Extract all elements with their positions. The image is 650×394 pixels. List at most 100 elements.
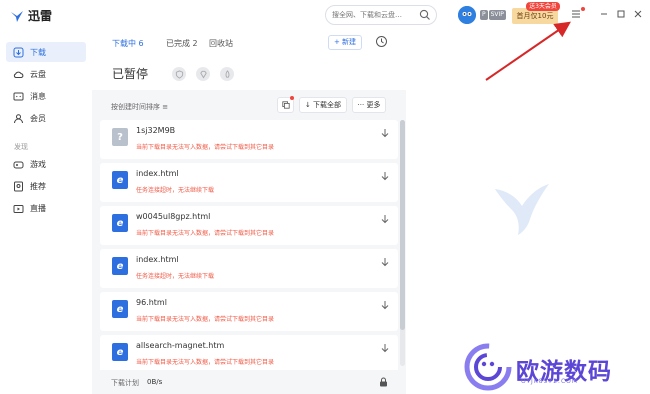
task-list-scrollbar[interactable]: [400, 120, 405, 366]
sidebar-item-label: 会员: [30, 113, 46, 123]
task-name: 96.html: [136, 298, 167, 307]
download-tabs: 下载中 6 已完成 2 回收站 + 新建: [92, 30, 406, 56]
task-error-status: 当前下载目录无法写入数据，请尝试下载到其它目录: [136, 316, 275, 323]
select-icon: [281, 101, 290, 109]
sidebar-item-live[interactable]: 直播: [6, 198, 86, 218]
minimize-icon: [601, 13, 607, 15]
diamond-icon: [199, 70, 207, 79]
search-input[interactable]: [332, 8, 416, 22]
paused-header: 已暂停: [92, 56, 406, 90]
tab-completed[interactable]: 已完成 2: [166, 38, 198, 49]
sidebar-item-label: 下载: [30, 47, 46, 57]
notification-dot: [290, 96, 294, 100]
vip-badges[interactable]: P SVIP: [480, 10, 506, 20]
download-panel: 下载中 6 已完成 2 回收站 + 新建 已暂停 按创建时间排序 ≡ ↓ 下载全…: [92, 30, 406, 394]
download-icon: [13, 47, 24, 57]
sort-by-created-time[interactable]: 按创建时间排序 ≡: [111, 102, 168, 112]
resume-download-icon[interactable]: [380, 128, 390, 138]
app-logo: 迅雷: [10, 7, 52, 24]
recommend-icon: [14, 181, 23, 191]
task-error-status: 任务连接超时，无法继续下载: [136, 187, 215, 194]
download-speed: 0B/s: [147, 378, 163, 386]
task-list: ? 1sj32M9B 当前下载目录无法写入数据，请尝试下载到其它目录 e ind…: [100, 120, 398, 370]
resume-download-icon[interactable]: [380, 171, 390, 181]
task-error-status: 当前下载目录无法写入数据，请尝试下载到其它目录: [136, 230, 275, 237]
sidebar-item-label: 游戏: [30, 159, 46, 169]
close-button[interactable]: [631, 7, 645, 21]
html-file-icon: e: [112, 214, 128, 232]
maximize-button[interactable]: [614, 7, 628, 21]
sidebar-item-member[interactable]: 会员: [6, 108, 86, 128]
rocket-icon: [225, 69, 229, 78]
sidebar-item-cloud[interactable]: 云盘: [6, 64, 86, 84]
lock-icon[interactable]: [379, 377, 388, 387]
task-name: index.html: [136, 169, 179, 178]
download-plan-button[interactable]: 下载计划: [111, 378, 139, 388]
task-error-status: 当前下载目录无法写入数据，请尝试下载到其它目录: [136, 144, 275, 151]
search-icon[interactable]: [419, 9, 431, 21]
more-button[interactable]: ··· 更多: [352, 97, 386, 113]
resume-download-icon[interactable]: [380, 214, 390, 224]
sidebar-section-discover: 发现: [14, 143, 28, 151]
task-row[interactable]: ? 1sj32M9B 当前下载目录无法写入数据，请尝试下载到其它目录: [100, 120, 398, 159]
sidebar-item-message[interactable]: 消息: [6, 86, 86, 106]
task-name: w0045ul8gpz.html: [136, 212, 211, 221]
html-file-icon: e: [112, 257, 128, 275]
sidebar-item-label: 推荐: [30, 181, 46, 191]
download-all-button[interactable]: ↓ 下载全部: [299, 97, 347, 113]
tab-downloading[interactable]: 下载中 6: [112, 38, 144, 49]
maximize-icon: [617, 10, 625, 18]
task-row[interactable]: e index.html 任务连接超时，无法继续下载: [100, 163, 398, 202]
scrollbar-thumb[interactable]: [400, 120, 405, 330]
unknown-file-icon: ?: [112, 128, 128, 146]
thunder-bird-watermark-icon: [495, 184, 549, 235]
sidebar-item-download[interactable]: 下载: [6, 42, 86, 62]
task-row[interactable]: e index.html 任务连接超时，无法继续下载: [100, 249, 398, 288]
title-bar: 迅雷 P SVIP 送3天会员 首月仅10元: [0, 0, 650, 30]
history-icon[interactable]: [375, 35, 388, 48]
download-footer: 下载计划 0B/s: [92, 370, 406, 394]
svip-badge: SVIP: [488, 10, 506, 20]
select-button[interactable]: [277, 96, 294, 113]
download-all-label: 下载全部: [313, 101, 342, 109]
html-file-icon: e: [112, 343, 128, 361]
html-file-icon: e: [112, 300, 128, 318]
sidebar-item-label: 消息: [30, 91, 46, 101]
task-row[interactable]: e allsearch-magnet.htm 当前下载目录无法写入数据，请尝试下…: [100, 335, 398, 370]
task-row[interactable]: e w0045ul8gpz.html 当前下载目录无法写入数据，请尝试下载到其它…: [100, 206, 398, 245]
task-name: allsearch-magnet.htm: [136, 341, 225, 350]
task-name: 1sj32M9B: [136, 126, 176, 135]
diamond-button[interactable]: [196, 67, 210, 81]
search-box[interactable]: [325, 5, 437, 25]
minimize-button[interactable]: [597, 7, 611, 21]
task-name: index.html: [136, 255, 179, 264]
cloud-icon: [13, 71, 24, 78]
app-title: 迅雷: [28, 9, 53, 23]
shield-icon: [175, 69, 183, 79]
detail-panel: 欧游数码 OYJK8572.COM: [406, 30, 650, 394]
tab-recycle-bin[interactable]: 回收站: [209, 38, 233, 49]
resume-download-icon[interactable]: [380, 257, 390, 267]
task-error-status: 任务连接超时，无法继续下载: [136, 273, 215, 280]
sidebar-item-game[interactable]: 游戏: [6, 154, 86, 174]
promo-tag: 送3天会员: [526, 2, 560, 11]
resume-download-icon[interactable]: [380, 300, 390, 310]
sidebar-item-recommend[interactable]: 推荐: [6, 176, 86, 196]
sidebar: 下载 云盘 消息 会员 发现 游戏 推荐 直播: [0, 30, 92, 394]
vip-level-badge: P: [480, 10, 488, 20]
message-icon: [13, 92, 24, 100]
resume-download-icon[interactable]: [380, 343, 390, 353]
share-button[interactable]: [172, 67, 186, 81]
brand-watermark-domain: OYJK8572.COM: [521, 378, 579, 385]
live-icon: [13, 204, 24, 213]
avatar[interactable]: [458, 6, 476, 24]
user-avatar-icon: [458, 6, 476, 24]
sidebar-item-label: 云盘: [30, 69, 46, 79]
task-row[interactable]: e 96.html 当前下载目录无法写入数据，请尝试下载到其它目录: [100, 292, 398, 331]
notification-dot: [581, 7, 585, 11]
new-task-button[interactable]: + 新建: [328, 35, 362, 50]
game-icon: [13, 161, 24, 168]
rocket-button[interactable]: [220, 67, 234, 81]
thunder-bird-icon: [11, 10, 23, 22]
html-file-icon: e: [112, 171, 128, 189]
